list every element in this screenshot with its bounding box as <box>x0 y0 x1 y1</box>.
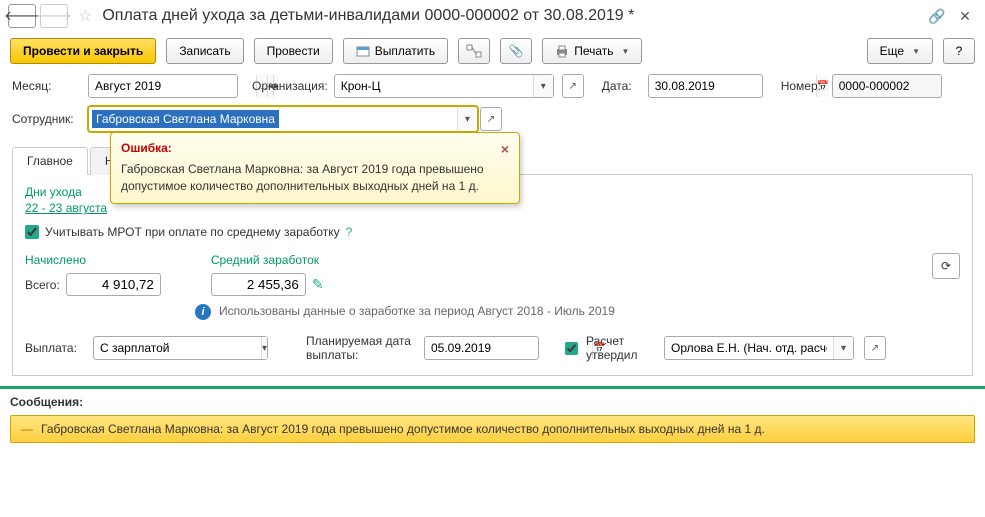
back-button[interactable]: 🡐 <box>8 4 36 28</box>
more-button[interactable]: Еще ▼ <box>867 38 933 64</box>
info-text: Использованы данные о заработке за перио… <box>219 304 615 320</box>
approver-open-button[interactable]: ↗ <box>864 336 886 360</box>
refresh-icon: ⟳ <box>941 259 951 273</box>
message-row[interactable]: — Габровская Светлана Марковна: за Авгус… <box>10 415 975 443</box>
messages-panel: Сообщения: — Габровская Светлана Марковн… <box>0 389 985 453</box>
close-icon[interactable]: ✕ <box>953 6 977 26</box>
attach-button[interactable]: 📎 <box>500 38 532 64</box>
info-row: i Использованы данные о заработке за пер… <box>195 304 960 320</box>
help-icon[interactable]: ? <box>346 225 353 239</box>
payout-field[interactable]: ▾ <box>93 336 268 360</box>
date-field[interactable]: 📅 <box>648 74 763 98</box>
employee-label: Сотрудник: <box>12 112 82 126</box>
month-label: Месяц: <box>12 79 82 93</box>
mrot-label: Учитывать МРОТ при оплате по среднему за… <box>45 225 340 239</box>
toolbar: Провести и закрыть Записать Провести Вып… <box>0 32 985 70</box>
mrot-row: Учитывать МРОТ при оплате по среднему за… <box>25 225 960 239</box>
employee-field[interactable]: Габровская Светлана Марковна ▾ <box>88 106 478 132</box>
avg-input[interactable] <box>211 273 306 296</box>
page-title: Оплата дней ухода за детьми-инвалидами 0… <box>102 7 921 25</box>
payout-dropdown-button[interactable]: ▾ <box>261 337 267 359</box>
approved-label: Расчет утвердил <box>586 334 646 363</box>
document-flow-icon <box>466 44 482 58</box>
refresh-button[interactable]: ⟳ <box>932 253 960 279</box>
planned-date-field[interactable]: 📅 <box>424 336 539 360</box>
total-label: Всего: <box>25 278 60 292</box>
accrued-col: Начислено Всего: <box>25 253 161 296</box>
bottom-row: Выплата: ▾ Планируемая дата выплаты: 📅 Р… <box>25 334 960 363</box>
close-icon[interactable]: × <box>501 141 509 157</box>
error-tooltip: Ошибка: × Габровская Светлана Марковна: … <box>110 132 520 204</box>
window-header: 🡐 🡒 ☆ Оплата дней ухода за детьми-инвали… <box>0 0 985 32</box>
mrot-checkbox[interactable] <box>25 225 39 239</box>
error-title: Ошибка: <box>121 141 172 157</box>
org-open-button[interactable]: ↗ <box>562 74 584 98</box>
month-field[interactable]: … ◂ ▸ <box>88 74 238 98</box>
tab-content-main: Дни ухода 22 - 23 августа Учитывать МРОТ… <box>12 175 973 376</box>
help-button[interactable]: ? <box>943 38 975 64</box>
payout-label: Выплата: <box>25 341 85 355</box>
form-row-top: Месяц: … ◂ ▸ Организация: ▾ ↗ Дата: 📅 Но… <box>0 70 985 102</box>
print-button[interactable]: Печать ▼ <box>542 38 642 64</box>
save-button[interactable]: Записать <box>166 38 243 64</box>
avg-label: Средний заработок <box>211 253 324 267</box>
chevron-down-icon: ▼ <box>622 47 630 56</box>
messages-title: Сообщения: <box>10 395 975 409</box>
forward-button[interactable]: 🡒 <box>40 4 68 28</box>
planned-date-label: Планируемая дата выплаты: <box>306 334 416 363</box>
pay-button[interactable]: Выплатить <box>343 38 449 64</box>
printer-icon <box>555 44 569 58</box>
approver-dropdown-button[interactable]: ▾ <box>833 337 853 359</box>
employee-dropdown-button[interactable]: ▾ <box>457 108 477 130</box>
number-field <box>832 74 942 98</box>
accrued-label: Начислено <box>25 253 161 267</box>
pencil-icon[interactable]: ✎ <box>312 276 324 293</box>
post-close-button[interactable]: Провести и закрыть <box>10 38 156 64</box>
employee-open-button[interactable]: ↗ <box>480 107 502 131</box>
approved-checkbox[interactable] <box>565 342 578 355</box>
pay-icon <box>356 44 370 58</box>
link-icon[interactable]: 🔗 <box>925 6 949 26</box>
error-body: Габровская Светлана Марковна: за Август … <box>121 161 509 195</box>
care-days-link[interactable]: 22 - 23 августа <box>25 201 107 215</box>
employee-value: Габровская Светлана Марковна <box>92 110 279 128</box>
org-field[interactable]: ▾ <box>334 74 554 98</box>
form-row-employee: Сотрудник: Габровская Светлана Марковна … <box>0 102 985 136</box>
total-input[interactable] <box>66 273 161 296</box>
favorite-icon[interactable]: ☆ <box>78 6 92 26</box>
date-label: Дата: <box>602 79 642 93</box>
avg-col: Средний заработок ✎ <box>211 253 324 296</box>
tab-main[interactable]: Главное <box>12 147 88 175</box>
document-flow-button[interactable] <box>458 38 490 64</box>
message-text: Габровская Светлана Марковна: за Август … <box>41 422 765 436</box>
dash-icon: — <box>21 422 33 436</box>
approver-field[interactable]: ▾ <box>664 336 854 360</box>
org-label: Организация: <box>252 79 328 93</box>
number-label: Номер: <box>781 79 826 93</box>
info-icon: i <box>195 304 211 320</box>
post-button[interactable]: Провести <box>254 38 333 64</box>
paperclip-icon: 📎 <box>509 44 524 58</box>
chevron-down-icon: ▼ <box>912 47 920 56</box>
org-dropdown-button[interactable]: ▾ <box>533 75 553 97</box>
